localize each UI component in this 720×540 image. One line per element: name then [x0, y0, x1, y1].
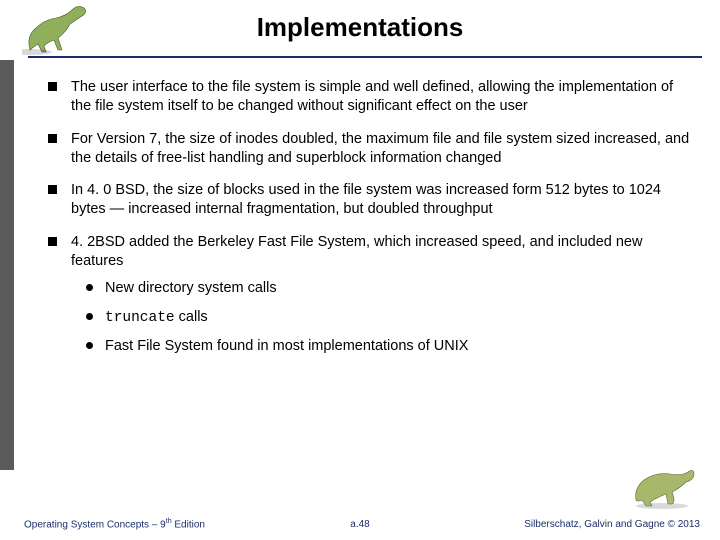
- square-bullet-icon: [48, 134, 57, 143]
- square-bullet-icon: [48, 185, 57, 194]
- sub-bullet-text-rest: calls: [175, 309, 208, 325]
- footer-left-pre: Operating System Concepts – 9: [24, 519, 166, 530]
- footer-left-post: Edition: [172, 519, 205, 530]
- sub-bullet-text: truncate calls: [105, 308, 208, 328]
- sub-bullet-text: New directory system calls: [105, 279, 277, 298]
- code-text: truncate: [105, 310, 175, 326]
- slide-header: Implementations: [0, 0, 720, 62]
- footer-copyright: Silberschatz, Galvin and Gagne © 2013: [524, 519, 700, 530]
- sub-bullet-item: New directory system calls: [86, 279, 690, 298]
- bullet-text: The user interface to the file system is…: [71, 78, 690, 116]
- left-stripe: [0, 60, 14, 470]
- bullet-item: The user interface to the file system is…: [48, 78, 690, 116]
- title-underline: [28, 56, 702, 58]
- bullet-item: In 4. 0 BSD, the size of blocks used in …: [48, 181, 690, 219]
- slide-content: The user interface to the file system is…: [48, 78, 690, 366]
- square-bullet-icon: [48, 237, 57, 246]
- footer-page-number: a.48: [350, 519, 369, 530]
- slide: Implementations The user interface to th…: [0, 0, 720, 540]
- slide-footer: Operating System Concepts – 9th Edition …: [0, 514, 720, 532]
- circle-bullet-icon: [86, 284, 93, 291]
- sub-bullet-list: New directory system calls truncate call…: [86, 279, 690, 357]
- dinosaur-running-icon: [22, 2, 92, 57]
- circle-bullet-icon: [86, 313, 93, 320]
- bullet-item: 4. 2BSD added the Berkeley Fast File Sys…: [48, 233, 690, 271]
- sub-bullet-text: Fast File System found in most implement…: [105, 337, 468, 356]
- bullet-text: For Version 7, the size of inodes double…: [71, 130, 690, 168]
- square-bullet-icon: [48, 82, 57, 91]
- dinosaur-crouching-icon: [632, 464, 696, 510]
- slide-title: Implementations: [0, 12, 720, 43]
- sub-bullet-item: truncate calls: [86, 308, 690, 328]
- circle-bullet-icon: [86, 342, 93, 349]
- bullet-text: 4. 2BSD added the Berkeley Fast File Sys…: [71, 233, 690, 271]
- bullet-text: In 4. 0 BSD, the size of blocks used in …: [71, 181, 690, 219]
- sub-bullet-item: Fast File System found in most implement…: [86, 337, 690, 356]
- footer-left: Operating System Concepts – 9th Edition: [24, 518, 205, 530]
- bullet-item: For Version 7, the size of inodes double…: [48, 130, 690, 168]
